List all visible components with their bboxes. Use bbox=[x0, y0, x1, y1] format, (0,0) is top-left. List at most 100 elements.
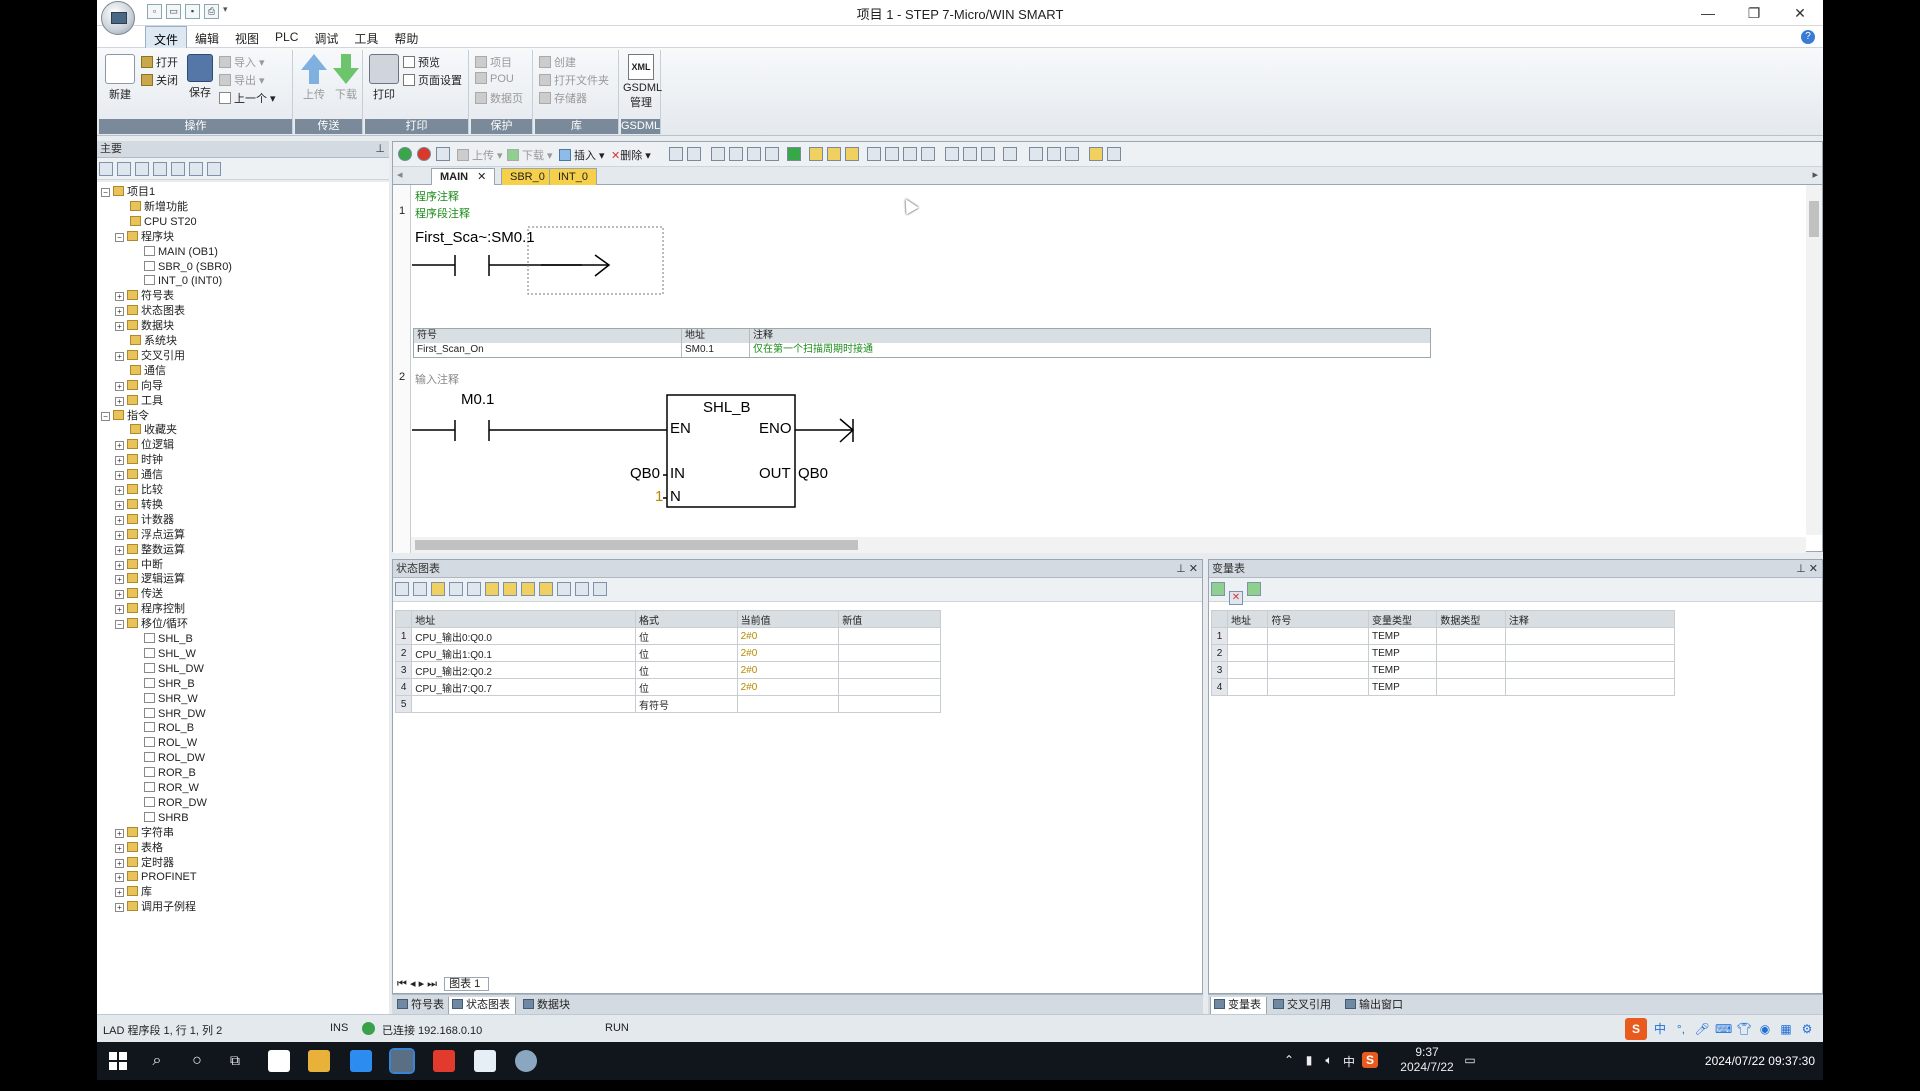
tree-item[interactable]: MAIN (OB1) bbox=[129, 245, 218, 260]
force-icon[interactable] bbox=[1089, 147, 1103, 161]
panel-close-icon[interactable]: ✕ bbox=[1809, 563, 1818, 575]
tabs-scroll-left-icon[interactable]: ◂ bbox=[397, 168, 403, 181]
cell-dtype[interactable] bbox=[1436, 661, 1506, 679]
edit-icon[interactable] bbox=[1047, 147, 1061, 161]
program-block-icon[interactable] bbox=[135, 162, 149, 176]
tree-item[interactable]: + 转换 bbox=[115, 498, 163, 513]
tab-cross-reference[interactable]: 交叉引用 bbox=[1270, 997, 1336, 1015]
protect-pou-button[interactable]: POU bbox=[475, 72, 514, 85]
expand-icon[interactable]: + bbox=[115, 456, 124, 466]
cell-new[interactable] bbox=[838, 627, 941, 645]
tabs-scroll-right-icon[interactable]: ▸ bbox=[1812, 168, 1818, 181]
input-method-indicator[interactable]: 中 bbox=[1342, 1053, 1356, 1091]
in-operand[interactable]: QB0 bbox=[630, 465, 660, 482]
tree-item[interactable]: + 状态图表 bbox=[115, 304, 185, 319]
variable-edit-icon[interactable] bbox=[1247, 582, 1261, 596]
tree-item[interactable]: + 中断 bbox=[115, 558, 163, 573]
collapse-icon[interactable]: − bbox=[101, 188, 110, 197]
cell-dtype[interactable] bbox=[1436, 678, 1506, 696]
save-button[interactable]: 保存 bbox=[185, 54, 215, 100]
tree-item[interactable]: + 浮点运算 bbox=[115, 528, 185, 543]
clear-bookmark-icon[interactable] bbox=[765, 147, 779, 161]
next-sheet-icon[interactable]: ▸ bbox=[419, 978, 425, 990]
document-taskbar-icon[interactable] bbox=[474, 1050, 496, 1072]
tab-output-window[interactable]: 输出窗口 bbox=[1342, 997, 1408, 1015]
unforce-icon[interactable] bbox=[521, 582, 535, 596]
start-button[interactable] bbox=[109, 1052, 127, 1070]
cell-cmt[interactable] bbox=[1504, 644, 1676, 662]
stop-icon[interactable] bbox=[417, 147, 431, 161]
cell-new[interactable] bbox=[838, 644, 941, 662]
pencil-icon[interactable] bbox=[485, 582, 499, 596]
tree-item[interactable]: + 交叉引用 bbox=[115, 349, 185, 364]
last-sheet-icon[interactable]: ⏭ bbox=[427, 978, 437, 990]
tree-item[interactable]: + 通信 bbox=[115, 468, 163, 483]
status-chart-row[interactable]: 5 有符号 bbox=[394, 695, 941, 713]
tree-item[interactable]: + 时钟 bbox=[115, 453, 163, 468]
read-forced-icon[interactable] bbox=[557, 582, 571, 596]
expand-icon[interactable]: + bbox=[115, 903, 124, 913]
cell-sym[interactable] bbox=[1267, 627, 1369, 645]
tab-int0[interactable]: INT_0 bbox=[549, 168, 597, 185]
branch-up-icon[interactable] bbox=[867, 147, 881, 161]
tree-item[interactable]: ROL_DW bbox=[129, 751, 205, 766]
contact-icon[interactable] bbox=[945, 147, 959, 161]
app-taskbar-icon[interactable] bbox=[350, 1050, 372, 1072]
cell-cmt[interactable] bbox=[1504, 661, 1676, 679]
cell-cur[interactable] bbox=[736, 695, 840, 713]
tree-item[interactable]: ROR_W bbox=[129, 781, 199, 796]
bookmark-icon[interactable] bbox=[711, 147, 725, 161]
tree-item[interactable]: + 定时器 bbox=[115, 856, 174, 871]
tool-taskbar-icon[interactable] bbox=[515, 1050, 537, 1072]
cell-fmt[interactable]: 位 bbox=[634, 627, 738, 645]
punctuation-icon[interactable]: °, bbox=[1673, 1021, 1689, 1037]
status-chart-row[interactable]: 1 CPU_输出0:Q0.0 位 2#0 bbox=[394, 627, 941, 645]
tree-item[interactable]: − 程序块 bbox=[115, 230, 174, 245]
cell-addr[interactable] bbox=[1227, 644, 1269, 662]
cell-type[interactable]: TEMP bbox=[1367, 678, 1438, 696]
status-chart-icon[interactable] bbox=[171, 162, 185, 176]
cell-fmt[interactable]: 位 bbox=[634, 661, 738, 679]
tree-item[interactable]: SHR_B bbox=[129, 677, 195, 692]
collapse-icon[interactable]: − bbox=[115, 620, 124, 630]
tree-item[interactable]: − 移位/循环 bbox=[115, 617, 188, 632]
protect-project-button[interactable]: 项目 bbox=[475, 54, 512, 70]
expand-icon[interactable]: + bbox=[115, 530, 124, 540]
delete-button[interactable]: ✕删除 ▾ bbox=[611, 147, 651, 163]
gsdml-manage-button[interactable]: XML GSDML 管理 bbox=[623, 54, 662, 110]
cell-sym[interactable] bbox=[1267, 644, 1369, 662]
first-sheet-icon[interactable]: ⏮ bbox=[397, 978, 407, 990]
lock-edit-icon[interactable] bbox=[809, 147, 823, 161]
cortana-icon[interactable]: ○ bbox=[187, 1052, 207, 1090]
preview-button[interactable]: 预览 bbox=[403, 54, 440, 70]
cell-sym[interactable] bbox=[1267, 661, 1369, 679]
tree-item[interactable]: SHL_DW bbox=[129, 662, 204, 677]
editor-download-button[interactable]: 下载 ▾ bbox=[507, 147, 553, 163]
import-button[interactable]: 导入 ▾ bbox=[219, 54, 265, 70]
box-icon[interactable] bbox=[981, 147, 995, 161]
cell-type[interactable]: TEMP bbox=[1367, 644, 1438, 662]
cell-cur[interactable]: 2#0 bbox=[736, 627, 840, 645]
tree-item[interactable]: + 符号表 bbox=[115, 289, 174, 304]
pin-icon[interactable]: ⊥ bbox=[1176, 563, 1186, 575]
tree-item[interactable]: + 表格 bbox=[115, 841, 163, 856]
trend-icon[interactable] bbox=[575, 582, 589, 596]
prev-sheet-icon[interactable]: ◂ bbox=[410, 978, 416, 990]
options-icon[interactable] bbox=[593, 582, 607, 596]
memory-button[interactable]: 存储器 bbox=[539, 90, 587, 106]
pin-icon[interactable]: ⊥ bbox=[1796, 563, 1806, 575]
chart-monitor-icon[interactable] bbox=[431, 582, 445, 596]
tree-item[interactable]: CPU ST20 bbox=[115, 215, 197, 230]
goto-icon[interactable] bbox=[787, 147, 801, 161]
tab-status-chart[interactable]: 状态图表 bbox=[448, 997, 516, 1015]
rung1-contact-label[interactable]: First_Sca~:SM0.1 bbox=[415, 229, 535, 246]
tree-item[interactable]: + 字符串 bbox=[115, 826, 174, 841]
insert-button[interactable]: 插入 ▾ bbox=[559, 147, 605, 163]
tree-item[interactable]: ROR_DW bbox=[129, 796, 207, 811]
rung-comment[interactable]: 输入注释 bbox=[415, 371, 459, 387]
wps-taskbar-icon[interactable] bbox=[433, 1050, 455, 1072]
tree-item[interactable]: SHRB bbox=[129, 811, 189, 826]
cell-addr[interactable]: CPU_输出0:Q0.0 bbox=[411, 627, 636, 645]
next-bookmark-icon[interactable] bbox=[729, 147, 743, 161]
expand-icon[interactable]: + bbox=[115, 351, 124, 361]
